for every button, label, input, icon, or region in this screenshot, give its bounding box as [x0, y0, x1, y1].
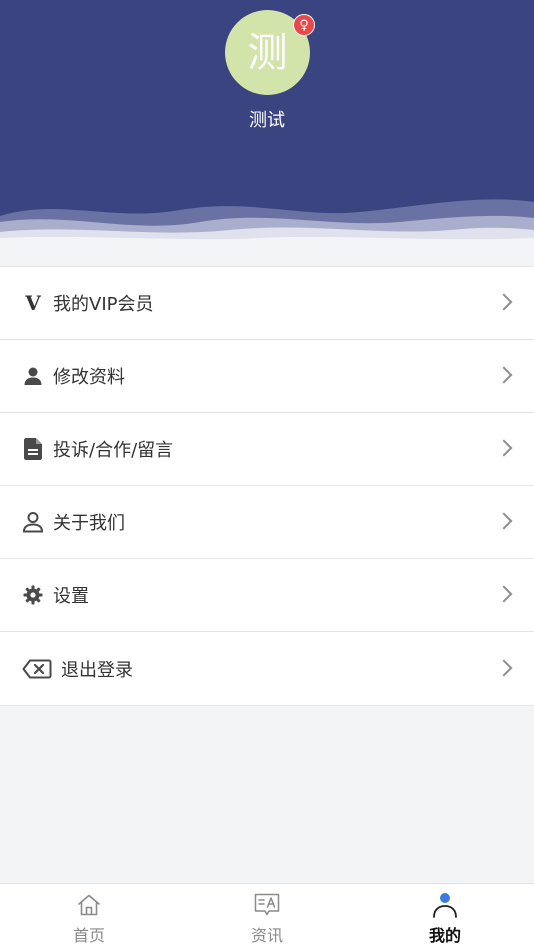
person-filled-icon [22, 365, 44, 387]
person-outline-icon [22, 511, 44, 533]
menu-item-settings[interactable]: 设置 [0, 559, 534, 632]
wave-decoration [0, 199, 534, 248]
document-icon [22, 438, 44, 460]
chevron-right-icon [495, 439, 513, 457]
menu-item-about-us[interactable]: 关于我们 [0, 486, 534, 559]
menu-item-label: 退出登录 [61, 659, 133, 681]
menu-item-label: 投诉/合作/留言 [53, 440, 174, 461]
menu-item-label: 修改资料 [53, 367, 125, 388]
chevron-right-icon [495, 585, 513, 603]
tab-home[interactable]: 首页 [0, 884, 178, 950]
gear-icon [22, 584, 44, 606]
tab-profile[interactable]: 我的 [356, 884, 534, 950]
profile-icon [432, 892, 458, 918]
chevron-right-icon [495, 512, 513, 530]
tab-label: 我的 [428, 926, 461, 945]
home-icon [76, 892, 102, 918]
username: 测试 [249, 110, 285, 131]
tab-label: 资讯 [250, 926, 283, 945]
settings-menu: V 我的VIP会员 修改资料 投诉/合作/留言 关于我们 设置 退出登录 [0, 266, 534, 706]
avatar-initial: 测 [247, 29, 288, 76]
tab-label: 首页 [72, 926, 105, 945]
menu-item-edit-profile[interactable]: 修改资料 [0, 340, 534, 413]
chevron-right-icon [495, 293, 513, 311]
chevron-right-icon [495, 366, 513, 384]
bottom-tab-bar: 首页 资讯 我的 [0, 883, 534, 950]
vip-v-icon: V [25, 291, 41, 315]
gender-female-icon: ♀ [293, 14, 315, 36]
tab-news[interactable]: 资讯 [178, 884, 356, 950]
menu-item-feedback[interactable]: 投诉/合作/留言 [0, 413, 534, 486]
backspace-logout-icon [22, 658, 52, 680]
chevron-right-icon [495, 659, 513, 676]
profile-header: 测 ♀ 测试 [0, 0, 534, 248]
menu-item-label: 我的VIP会员 [53, 294, 154, 315]
menu-item-vip[interactable]: V 我的VIP会员 [0, 267, 534, 340]
news-icon [254, 892, 280, 918]
menu-item-label: 设置 [53, 586, 89, 607]
menu-item-label: 关于我们 [53, 513, 125, 534]
menu-item-logout[interactable]: 退出登录 [0, 632, 534, 705]
